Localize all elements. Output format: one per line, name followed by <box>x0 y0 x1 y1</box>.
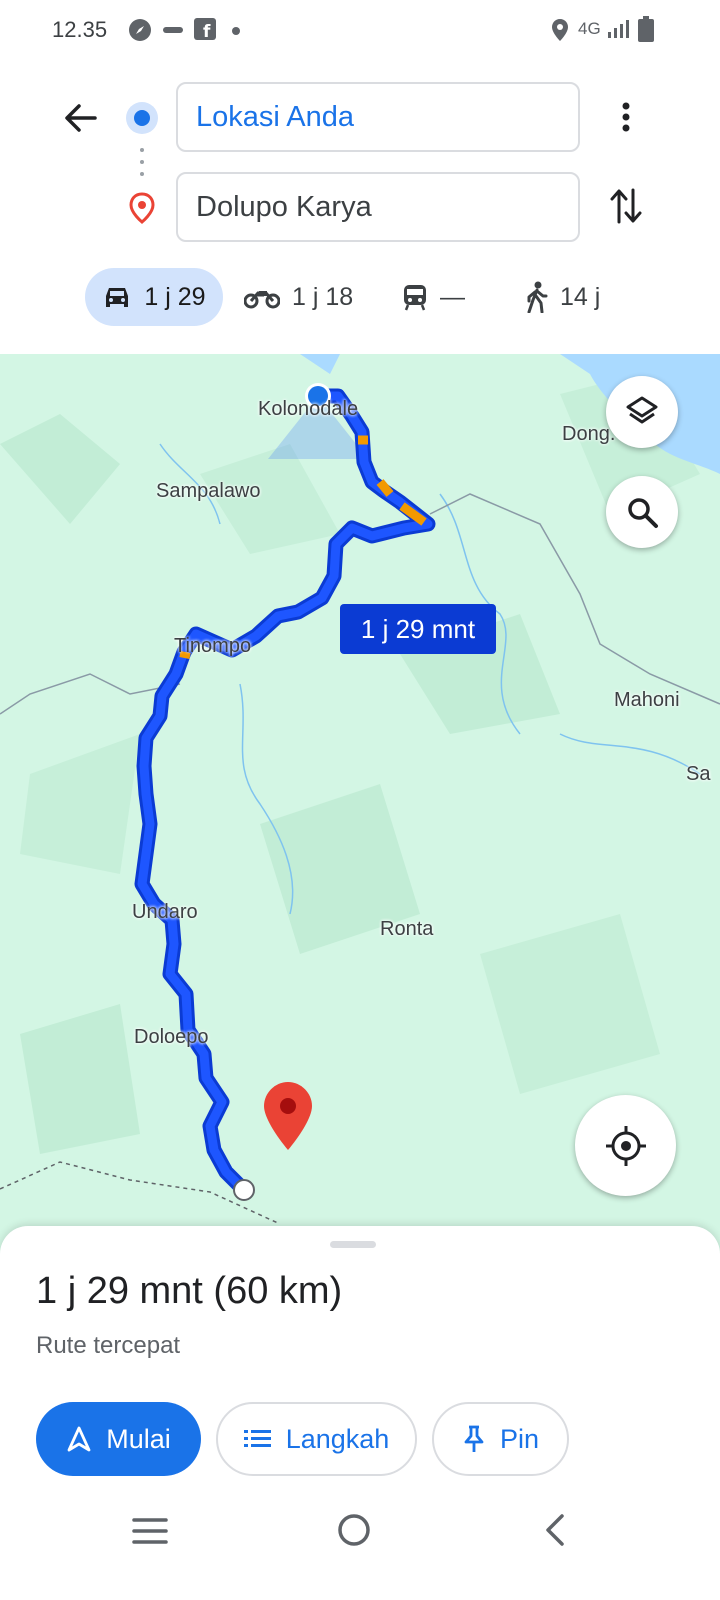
compass-icon <box>129 19 151 41</box>
map-label-undaro: Undaro <box>132 901 198 923</box>
mode-walk-tab[interactable]: 14 j <box>524 268 614 326</box>
map-label-sampalawo: Sampalawo <box>156 480 261 502</box>
system-nav-bar <box>0 1496 720 1600</box>
recent-apps-icon[interactable] <box>132 1516 168 1546</box>
status-bar: 12.35 f 4G <box>0 0 720 60</box>
map-label-dong: Dong. <box>562 423 616 445</box>
my-location-button[interactable] <box>575 1095 676 1196</box>
route-end-marker <box>233 1179 255 1201</box>
list-icon <box>243 1430 271 1447</box>
map-view[interactable]: Kolonodale Dong. Sampalawo Tinompo Mahon… <box>0 354 720 1254</box>
layers-button[interactable] <box>606 376 678 448</box>
destination-pin-icon <box>129 192 155 224</box>
crosshair-icon <box>605 1125 646 1166</box>
facebook-icon: f <box>194 18 216 40</box>
steps-button-label: Langkah <box>285 1423 390 1454</box>
mode-motorcycle-label: 1 j 18 <box>292 282 354 311</box>
route-duration: 1 j 29 mnt (60 km) <box>36 1270 343 1312</box>
map-label-ronta: Ronta <box>380 918 434 940</box>
app-notification-icon <box>163 27 183 33</box>
origin-dot-icon <box>126 102 158 134</box>
more-options-icon[interactable] <box>612 100 640 134</box>
route-dots-icon <box>140 148 144 176</box>
mode-motorcycle-tab[interactable]: 1 j 18 <box>244 268 360 326</box>
drag-handle[interactable] <box>330 1241 376 1248</box>
navigation-arrow-icon <box>67 1426 91 1452</box>
mode-car-label: 1 j 29 <box>144 282 206 311</box>
origin-input[interactable]: Lokasi Anda <box>176 82 580 152</box>
motorcycle-icon <box>244 291 280 309</box>
destination-marker-center <box>280 1098 296 1114</box>
battery-icon <box>638 16 654 42</box>
search-icon <box>628 498 658 528</box>
car-icon <box>106 288 129 307</box>
layers-icon <box>626 396 658 424</box>
map-label-mahoni: Mahoni <box>614 689 680 711</box>
home-icon[interactable] <box>336 1512 372 1548</box>
pin-button-label: Pin <box>499 1423 540 1454</box>
svg-text:f: f <box>203 22 211 40</box>
route-eta-label[interactable]: 1 j 29 mnt <box>340 604 496 654</box>
mode-walk-label: 14 j <box>560 282 601 311</box>
search-along-route-button[interactable] <box>606 476 678 548</box>
steps-button[interactable]: Langkah <box>216 1402 417 1476</box>
route-subtitle: Rute tercepat <box>36 1332 181 1359</box>
map-label-kolonodale: Kolonodale <box>258 398 359 420</box>
mode-car-tab[interactable]: 1 j 29 <box>85 268 223 326</box>
start-button-label: Mulai <box>106 1423 171 1454</box>
transit-icon <box>404 285 426 311</box>
start-button[interactable]: Mulai <box>36 1402 201 1476</box>
back-arrow-icon[interactable] <box>62 100 98 136</box>
location-icon <box>552 19 568 41</box>
network-type: 4G <box>578 19 601 38</box>
signal-icon <box>608 20 629 38</box>
status-time: 12.35 <box>52 17 108 42</box>
dot-icon <box>232 27 240 35</box>
destination-input[interactable]: Dolupo Karya <box>176 172 580 242</box>
mode-transit-label: — <box>440 282 465 311</box>
walk-icon <box>527 281 548 313</box>
swap-icon[interactable] <box>608 186 644 226</box>
back-nav-icon[interactable] <box>542 1512 568 1548</box>
pushpin-icon <box>464 1425 484 1452</box>
map-label-tinompo: Tinompo <box>174 635 252 657</box>
map-label-doloepo: Doloepo <box>134 1026 209 1048</box>
map-label-sa: Sa <box>686 763 711 785</box>
pin-button[interactable]: Pin <box>432 1402 569 1476</box>
mode-transit-tab[interactable]: — <box>402 268 482 326</box>
